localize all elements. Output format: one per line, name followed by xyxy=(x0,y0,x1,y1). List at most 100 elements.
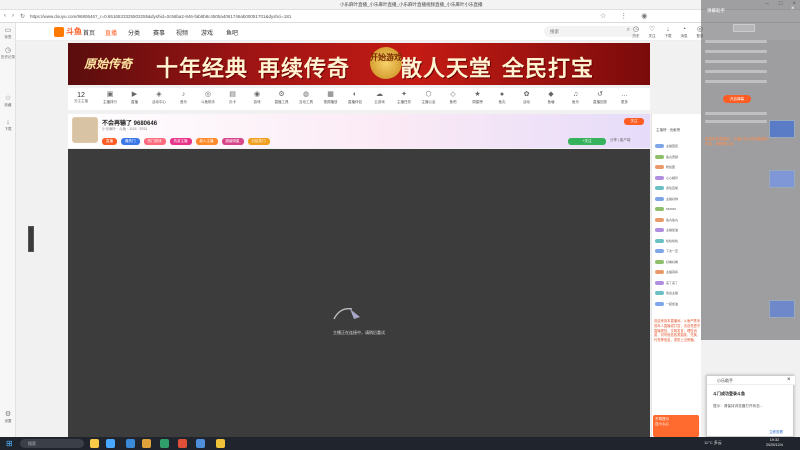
open-danmu-button[interactable]: 开启弹幕 xyxy=(723,95,751,103)
follow-button[interactable]: 关注 xyxy=(624,118,644,125)
category-item[interactable]: ◉ 游戏 xyxy=(245,90,269,105)
category-item[interactable]: ★ 周星榜 xyxy=(466,90,490,105)
chat-tabs[interactable]: 主播榜 · 贡献榜 xyxy=(656,128,680,133)
start-icon[interactable]: ⊞ xyxy=(6,439,13,448)
header-follow[interactable]: ♡ 关注 xyxy=(646,26,658,39)
nav-home[interactable]: 首页 xyxy=(83,28,95,37)
dialog-action-button[interactable]: 立即查看 xyxy=(769,430,783,435)
category-item[interactable]: ↺ 直播回放 xyxy=(588,90,612,105)
tray-weather[interactable]: 11°C 多云 xyxy=(704,440,722,446)
chat-message[interactable]: 下次一定 xyxy=(655,249,703,255)
category-item[interactable]: ✿ 活动 xyxy=(515,90,539,105)
category-item[interactable]: ♪ 音乐 xyxy=(172,90,196,105)
thumbnail[interactable] xyxy=(769,120,795,138)
category-item[interactable]: ⬡ 主播公会 xyxy=(417,90,441,105)
nav-esports[interactable]: 赛事 xyxy=(153,28,165,37)
app-icon[interactable] xyxy=(216,439,225,448)
nav-yuba[interactable]: 鱼吧 xyxy=(226,28,238,37)
ad-banner[interactable]: 原始传奇 十年经典 再续传奇 散人天堂 全民打宝 开始游戏 xyxy=(68,43,650,85)
chat-message[interactable]: 哈哈哈哈 xyxy=(655,239,703,245)
category-item[interactable]: ● 鱼丸 xyxy=(490,90,514,105)
close-icon[interactable]: × xyxy=(787,377,791,383)
tag-item[interactable]: 新人主播 xyxy=(195,138,218,145)
tag-item[interactable]: 直播 xyxy=(102,138,117,145)
tag-item[interactable]: 分区热门 xyxy=(247,138,270,145)
tag-item[interactable]: 热游主播 xyxy=(169,138,192,145)
app-icon[interactable] xyxy=(90,439,99,448)
category-item[interactable]: ◐ 直播伴侣 xyxy=(343,90,367,105)
video-player[interactable]: 主播正在连接中，请稍后重试 xyxy=(68,149,650,437)
category-item[interactable]: ✦ 主播任务 xyxy=(392,90,416,105)
streamer-avatar[interactable] xyxy=(72,117,98,143)
app-icon[interactable] xyxy=(126,439,135,448)
profile-icon[interactable]: ◉ xyxy=(641,12,647,20)
sidebar-item-favorites[interactable]: ☆ 收藏 xyxy=(1,95,15,108)
star-icon[interactable]: ☆ xyxy=(600,12,606,20)
category-item[interactable]: ▤ 办卡 xyxy=(221,90,245,105)
app-icon[interactable] xyxy=(196,439,205,448)
category-item[interactable]: ☁ 云游戏 xyxy=(368,90,392,105)
chat-message[interactable]: 好看好看 xyxy=(655,260,703,266)
category-item[interactable]: ◍ 互动工具 xyxy=(294,90,318,105)
taskbar-search[interactable]: 搜索 xyxy=(20,439,84,448)
chat-message[interactable]: 欢迎主播 xyxy=(655,291,703,297)
sidebar-collapse-handle[interactable] xyxy=(28,226,34,252)
back-icon[interactable]: ‹ xyxy=(4,13,6,19)
nav-live[interactable]: 直播 xyxy=(105,28,117,37)
gift-promo[interactable]: 不再提示 送小心心 xyxy=(653,415,699,437)
panel-button[interactable] xyxy=(733,24,755,32)
chat-message[interactable]: 鱼丸鱼丸 xyxy=(655,218,703,224)
chat-message[interactable]: 主播好帅 xyxy=(655,197,703,203)
forward-icon[interactable]: › xyxy=(12,13,14,19)
url-field[interactable]: https://www.douyu.com/9680646?_r=0.65165… xyxy=(30,14,291,19)
chat-message[interactable]: 一起加油 xyxy=(655,302,703,308)
sidebar-item-downloads[interactable]: ↓ 下载 xyxy=(1,119,15,132)
header-history[interactable]: ◷ 历史 xyxy=(630,26,642,39)
thumbnail[interactable] xyxy=(769,170,795,188)
category-item[interactable]: ▦ 视频播放 xyxy=(319,90,343,105)
chat-message[interactable]: 主播回复 xyxy=(655,144,703,150)
category-item[interactable]: ▶ 直播 xyxy=(123,90,147,105)
category-item[interactable]: ◇ 鱼吧 xyxy=(441,90,465,105)
tag-item[interactable]: 最热门 xyxy=(121,138,140,145)
clock[interactable]: 19:32 2025/12/4 xyxy=(766,438,783,448)
banner-start-badge[interactable]: 开始游戏 xyxy=(370,47,402,79)
category-item[interactable]: ♫ 鱼乐 xyxy=(564,90,588,105)
tag-item[interactable]: 超级明星 xyxy=(221,138,244,145)
chat-message[interactable]: 来了来了 xyxy=(655,281,703,287)
nav-games[interactable]: 游戏 xyxy=(201,28,213,37)
category-item[interactable]: ◆ 鱼塘 xyxy=(539,90,563,105)
nav-video[interactable]: 视频 xyxy=(176,28,188,37)
close-icon[interactable]: × xyxy=(791,6,795,12)
extensions-icon[interactable]: ⋮ xyxy=(620,12,627,20)
chat-message[interactable]: 粉丝团 xyxy=(655,165,703,171)
category-item[interactable]: ▣ 主播排行 xyxy=(98,90,122,105)
category-item[interactable]: … 更多 xyxy=(613,90,637,105)
app-icon[interactable] xyxy=(106,439,115,448)
sidebar-item-tabs[interactable]: ▭ 标签 xyxy=(1,27,15,40)
chat-message[interactable]: 勇往直前 xyxy=(655,186,703,192)
header-download[interactable]: ↓ 下载 xyxy=(662,26,674,39)
thumbnail[interactable] xyxy=(769,300,795,318)
app-icon[interactable] xyxy=(178,439,187,448)
header-messages[interactable]: ◔ 消息 xyxy=(678,26,690,39)
subscribe-button[interactable]: +关注 xyxy=(568,138,606,145)
follow-count[interactable]: 12 关注主播 xyxy=(70,92,92,104)
share-links[interactable]: 分享 | 客户端 xyxy=(610,138,630,143)
refresh-icon[interactable]: ↻ xyxy=(20,13,25,20)
site-logo[interactable]: 斗鱼 xyxy=(54,26,82,37)
sidebar-item-history[interactable]: ◷ 历史记录 xyxy=(1,47,15,60)
nav-category[interactable]: 分类 xyxy=(128,28,140,37)
search-input[interactable] xyxy=(550,28,620,35)
chat-message[interactable]: 心心相印 xyxy=(655,176,703,182)
tag-item[interactable]: 热门游戏 xyxy=(143,138,166,145)
chat-message[interactable]: 主播加油 xyxy=(655,228,703,234)
category-item[interactable]: ◈ 活动中心 xyxy=(147,90,171,105)
category-item[interactable]: ⚙ 直播工具 xyxy=(270,90,294,105)
chat-message[interactable]: 666666 xyxy=(655,207,703,213)
app-icon[interactable] xyxy=(160,439,169,448)
category-item[interactable]: ◎ 斗鱼助手 xyxy=(196,90,220,105)
app-icon[interactable] xyxy=(142,439,151,448)
chat-message[interactable]: 主播真棒 xyxy=(655,270,703,276)
chat-message[interactable]: 鱼丸贡献 xyxy=(655,155,703,161)
